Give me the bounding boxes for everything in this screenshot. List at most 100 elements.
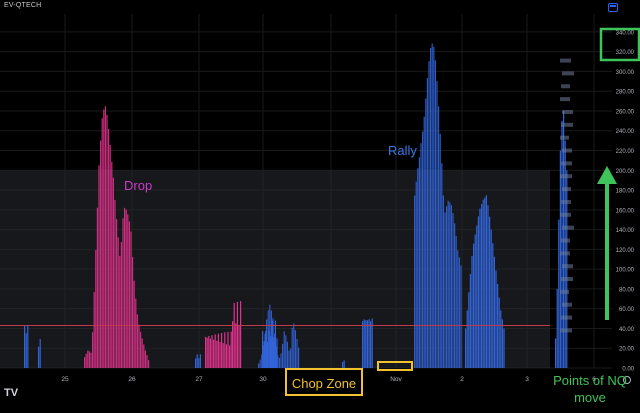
pink-bar xyxy=(100,140,102,368)
blue-bar xyxy=(484,197,486,368)
ticker-label: EV-QTECH xyxy=(4,2,42,9)
pink-bar xyxy=(132,257,134,368)
blue-bar xyxy=(368,319,370,368)
x-tick-label: 25 xyxy=(61,376,69,383)
pink-bar xyxy=(87,350,89,368)
blue-bar xyxy=(428,61,430,369)
blue-bar xyxy=(366,320,368,368)
blue-bar xyxy=(25,333,27,368)
y-tick-label: 160.00 xyxy=(616,208,635,214)
pink-bar xyxy=(209,338,211,368)
volume-profile-bar xyxy=(562,71,574,76)
blue-bar xyxy=(198,358,200,368)
blue-bar xyxy=(420,143,422,368)
pink-bar xyxy=(224,332,226,368)
y-tick-label: 120.00 xyxy=(616,248,635,254)
y-tick-label: 20.00 xyxy=(619,347,635,353)
pink-bar xyxy=(111,161,113,368)
volume-profile-bar xyxy=(560,251,570,256)
pink-bar xyxy=(125,209,127,368)
pink-bar xyxy=(235,323,237,368)
chart-settings-icon[interactable] xyxy=(608,3,618,12)
blue-bar xyxy=(278,357,280,368)
blue-bar xyxy=(280,353,282,368)
blue-bar xyxy=(426,78,428,368)
pink-bar xyxy=(96,207,98,368)
blue-bar xyxy=(471,255,473,368)
pink-bar xyxy=(238,325,240,368)
blue-bar xyxy=(458,257,460,368)
blue-bar xyxy=(418,157,420,368)
pink-bar xyxy=(141,338,143,368)
blue-bar xyxy=(195,358,197,368)
blue-bar xyxy=(39,338,41,368)
blue-bar xyxy=(474,234,476,368)
pink-bar xyxy=(219,341,221,368)
pink-bar xyxy=(227,331,229,368)
pink-bar xyxy=(88,351,90,368)
pink-bar xyxy=(95,250,97,368)
pink-bar xyxy=(93,292,95,368)
blue-bar xyxy=(500,310,502,368)
pink-bar xyxy=(127,214,129,368)
pink-bar xyxy=(108,128,110,368)
blue-bar xyxy=(288,350,290,368)
blue-bar xyxy=(442,195,444,368)
pink-bar xyxy=(124,207,126,368)
blue-bar xyxy=(446,206,448,368)
blue-bar xyxy=(283,331,285,368)
blue-bar xyxy=(441,163,443,368)
pink-bar xyxy=(135,298,137,368)
blue-bar xyxy=(415,181,417,368)
blue-bar xyxy=(362,321,364,368)
blue-bar xyxy=(262,345,264,368)
volume-profile-bar xyxy=(560,289,569,294)
blue-bar xyxy=(469,274,471,368)
pink-bar xyxy=(221,333,223,368)
blue-bar xyxy=(370,321,372,368)
pink-bar xyxy=(214,334,216,368)
volume-profile-bar xyxy=(561,199,571,204)
blue-bar xyxy=(298,347,300,368)
blue-bar xyxy=(38,346,40,368)
pink-bar xyxy=(109,145,111,368)
pink-bar xyxy=(144,350,146,368)
blue-bar xyxy=(476,225,478,368)
pink-bar xyxy=(222,343,224,368)
volume-profile-bar xyxy=(561,161,572,166)
pink-bar xyxy=(208,335,210,368)
pink-bar xyxy=(133,280,135,368)
price-chart[interactable]: 0.00 20.00 40.00 60.00 80.00 100.00 120.00 140.… xyxy=(0,0,640,413)
blue-bar xyxy=(481,204,483,368)
y-tick-label: 340.00 xyxy=(616,30,635,36)
blue-bar xyxy=(498,297,500,368)
blue-bar xyxy=(423,116,425,369)
blue-bar xyxy=(270,310,272,368)
blue-bar xyxy=(267,310,269,368)
annotation-chop-zone: Chop Zone xyxy=(292,376,356,391)
blue-bar xyxy=(558,219,560,368)
pink-bar xyxy=(206,337,208,368)
pink-bar xyxy=(143,344,145,368)
blue-bar xyxy=(492,243,494,368)
volume-profile-bar xyxy=(562,148,572,153)
blue-bar xyxy=(274,333,276,368)
blue-bar xyxy=(291,327,293,368)
pink-bar xyxy=(84,357,86,368)
blue-bar xyxy=(559,150,561,368)
blue-bar xyxy=(269,304,271,368)
blue-bar xyxy=(27,325,29,368)
tradingview-logo: TV xyxy=(4,387,19,399)
blue-bar xyxy=(365,320,367,368)
blue-bar xyxy=(417,168,419,368)
pink-bar xyxy=(104,106,106,368)
blue-bar xyxy=(487,205,489,368)
blue-bar xyxy=(477,216,479,368)
blue-bar xyxy=(439,133,441,368)
blue-bar xyxy=(293,323,295,368)
blue-bar xyxy=(294,330,296,368)
pink-bar xyxy=(90,352,92,368)
blue-bar xyxy=(438,106,440,368)
blue-bar xyxy=(196,354,198,368)
blue-bar xyxy=(556,288,558,368)
